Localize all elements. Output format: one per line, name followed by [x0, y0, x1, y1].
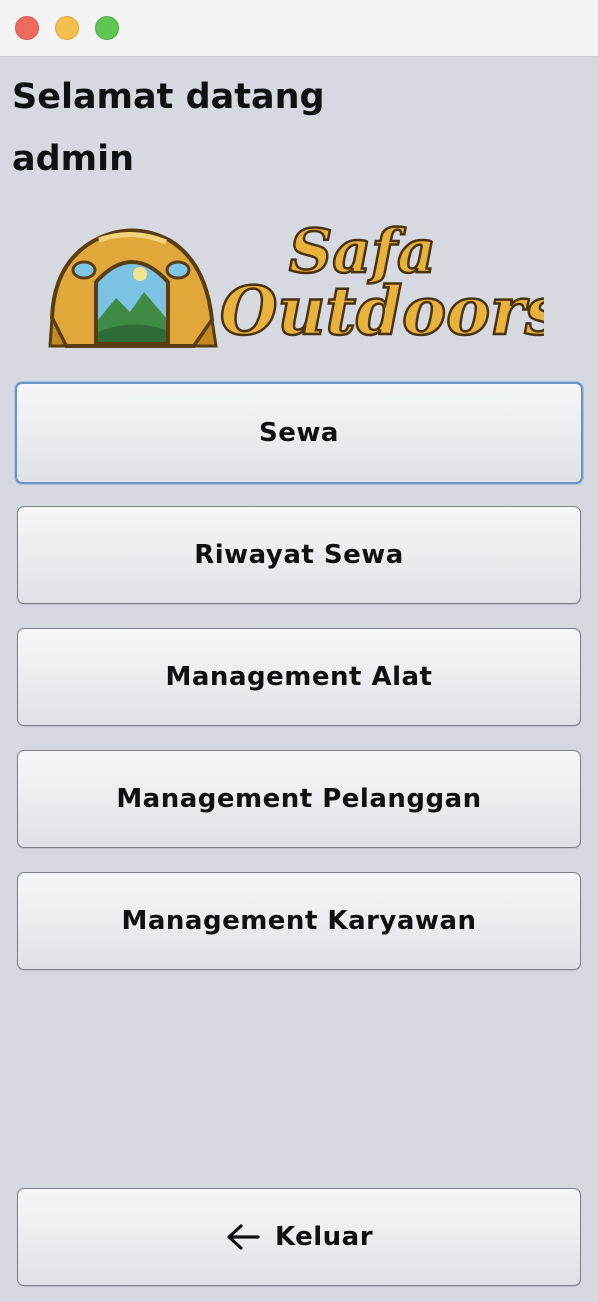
tent-icon [48, 228, 218, 348]
maximize-window-button[interactable] [95, 16, 119, 40]
logout-button[interactable]: Keluar [17, 1188, 581, 1286]
riwayat-sewa-button-label: Riwayat Sewa [194, 540, 404, 570]
minimize-window-button[interactable] [55, 16, 79, 40]
management-pelanggan-button[interactable]: Management Pelanggan [17, 750, 581, 848]
management-alat-button-label: Management Alat [165, 662, 433, 692]
arrow-left-icon [227, 1224, 260, 1250]
logo-text-line2: Outdoors [220, 272, 544, 350]
welcome-heading: Selamat datang admin [12, 77, 325, 179]
window-titlebar [0, 0, 598, 57]
logout-button-label: Keluar [274, 1222, 374, 1252]
close-window-button[interactable] [15, 16, 39, 40]
sewa-button-label: Sewa [259, 418, 339, 448]
management-karyawan-button[interactable]: Management Karyawan [17, 872, 581, 970]
management-pelanggan-button-label: Management Pelanggan [116, 784, 482, 814]
safa-outdoors-logo: Safa Outdoors [48, 216, 544, 350]
management-karyawan-button-label: Management Karyawan [121, 906, 477, 936]
sewa-button[interactable]: Sewa [15, 382, 583, 484]
riwayat-sewa-button[interactable]: Riwayat Sewa [17, 506, 581, 604]
management-alat-button[interactable]: Management Alat [17, 628, 581, 726]
